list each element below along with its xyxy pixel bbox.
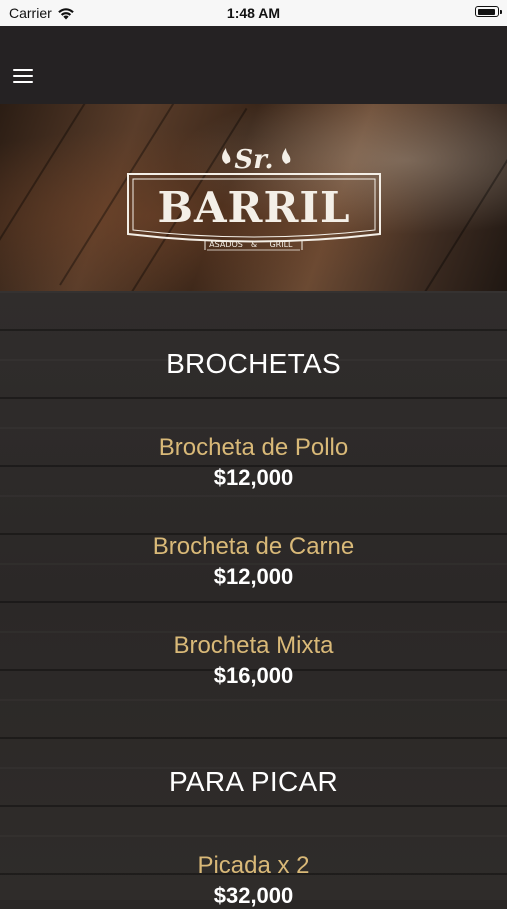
section-title-brochetas: BROCHETAS bbox=[166, 348, 341, 379]
menu-item-price: $16,000 bbox=[213, 663, 294, 688]
restaurant-logo: Sr. BARRIL ASADOS & GRILL bbox=[127, 145, 381, 251]
menu-item-price: $12,000 bbox=[213, 564, 294, 589]
hamburger-menu-icon[interactable] bbox=[13, 69, 33, 83]
logo-asados-text: ASADOS bbox=[209, 240, 243, 249]
menu-item-name[interactable]: Picada x 2 bbox=[0, 852, 507, 880]
header-banner: Sr. BARRIL ASADOS & GRILL bbox=[0, 104, 507, 291]
menu-item-name[interactable]: Brocheta Mixta bbox=[0, 632, 507, 660]
navigation-bar bbox=[0, 26, 507, 104]
menu-item-name[interactable]: Brocheta de Carne bbox=[0, 533, 507, 561]
logo-sr-text: Sr. bbox=[234, 145, 273, 175]
logo-amp-text: & bbox=[251, 240, 257, 249]
status-time: 1:48 AM bbox=[226, 5, 281, 21]
menu-item-price: $12,000 bbox=[213, 465, 294, 490]
menu-item-price: $32,000 bbox=[213, 883, 294, 908]
menu-item-name[interactable]: Brocheta de Pollo bbox=[0, 434, 507, 462]
battery-icon bbox=[475, 6, 502, 17]
menu-list: BROCHETAS Brocheta de Pollo $12,000 Broc… bbox=[0, 291, 507, 908]
status-bar: Carrier 1:48 AM bbox=[0, 0, 507, 26]
logo-grill-text: GRILL bbox=[269, 240, 293, 249]
logo-barril-text: BARRIL bbox=[157, 183, 350, 232]
section-title-para-picar: PARA PICAR bbox=[169, 766, 338, 797]
